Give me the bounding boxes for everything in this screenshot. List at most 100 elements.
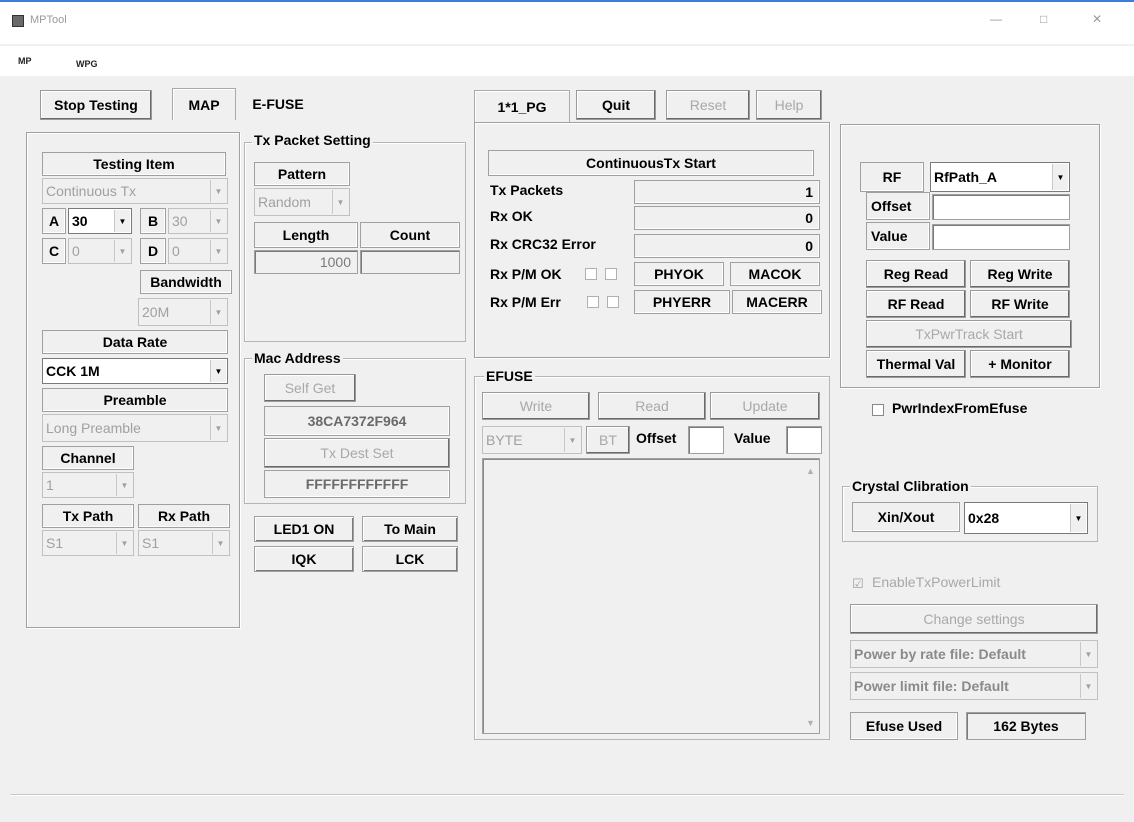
tx-path-select[interactable]: S1 ▼ — [42, 530, 134, 556]
tx-path-value: S1 — [46, 535, 64, 551]
b-label: B — [140, 208, 166, 234]
rx-ok-value: 0 — [634, 206, 820, 230]
pattern-select[interactable]: Random ▼ — [254, 188, 350, 216]
app-icon — [12, 15, 24, 27]
macerr-label: MACERR — [732, 290, 822, 314]
efuse-update-button[interactable]: Update — [710, 392, 820, 420]
a-select[interactable]: 30 ▼ — [68, 208, 132, 234]
rx-pm-err-checkbox-1[interactable] — [587, 296, 599, 308]
channel-select[interactable]: 1 ▼ — [42, 472, 134, 498]
led-button[interactable]: LED1 ON — [254, 516, 354, 542]
scroll-down-icon[interactable]: ▼ — [806, 718, 815, 728]
menu-item-wpg[interactable]: WPG — [76, 59, 98, 69]
efuse-value-input[interactable] — [786, 426, 822, 454]
data-rate-select[interactable]: CCK 1M ▼ — [42, 358, 228, 384]
power-by-rate-file-select[interactable]: Power by rate file: Default ▼ — [850, 640, 1098, 668]
tab-efuse[interactable]: E-FUSE — [240, 90, 316, 118]
efuse-byte-select[interactable]: BYTE ▼ — [482, 426, 582, 454]
pwr-index-from-efuse-checkbox[interactable] — [872, 404, 884, 416]
continuous-tx-start-button[interactable]: ContinuousTx Start — [488, 150, 814, 176]
pattern-value: Random — [258, 194, 311, 210]
tab-1x1-pg[interactable]: 1*1_PG — [474, 90, 570, 122]
chevron-down-icon: ▼ — [1070, 504, 1086, 532]
change-settings-button[interactable]: Change settings — [850, 604, 1098, 634]
efuse-offset-label: Offset — [636, 430, 677, 446]
efuse-textarea[interactable] — [482, 458, 820, 734]
rf-value-label: Value — [866, 222, 930, 250]
quit-button[interactable]: Quit — [576, 90, 656, 120]
close-icon[interactable]: ✕ — [1092, 12, 1102, 26]
tx-packets-value: 1 — [634, 180, 820, 204]
to-main-button[interactable]: To Main — [362, 516, 458, 542]
testing-mode-value: Continuous Tx — [46, 183, 137, 199]
pattern-label: Pattern — [254, 162, 350, 186]
reg-write-button[interactable]: Reg Write — [970, 260, 1070, 288]
power-limit-file-value: Power limit file: Default — [854, 678, 1009, 694]
scroll-up-icon[interactable]: ▲ — [806, 466, 815, 476]
length-label: Length — [254, 222, 358, 248]
efuse-used-value: 162 Bytes — [966, 712, 1086, 740]
stop-testing-button[interactable]: Stop Testing — [40, 90, 152, 120]
rx-pm-err-label: Rx P/M Err — [490, 294, 561, 310]
d-select[interactable]: 0 ▼ — [168, 238, 228, 264]
count-input[interactable] — [360, 250, 460, 274]
c-select[interactable]: 0 ▼ — [68, 238, 132, 264]
rf-path-select[interactable]: RfPath_A ▼ — [930, 162, 1070, 192]
channel-value: 1 — [46, 477, 54, 493]
crystal-value-select[interactable]: 0x28 ▼ — [964, 502, 1088, 534]
tab-map[interactable]: MAP — [172, 88, 236, 120]
testing-item-label: Testing Item — [42, 152, 226, 176]
enable-tx-power-limit-checkbox[interactable]: ☑ — [852, 576, 864, 592]
rx-path-value: S1 — [142, 535, 160, 551]
txpwr-track-start-button[interactable]: TxPwrTrack Start — [866, 320, 1072, 348]
chevron-down-icon: ▼ — [564, 428, 580, 452]
chevron-down-icon: ▼ — [210, 240, 226, 262]
b-select[interactable]: 30 ▼ — [168, 208, 228, 234]
tx-dest-set-button[interactable]: Tx Dest Set — [264, 438, 450, 468]
rf-read-button[interactable]: RF Read — [866, 290, 966, 318]
power-by-rate-file-value: Power by rate file: Default — [854, 646, 1026, 662]
status-divider — [10, 794, 1124, 796]
reg-read-button[interactable]: Reg Read — [866, 260, 966, 288]
efuse-bt-button[interactable]: BT — [586, 426, 630, 454]
rx-crc-value: 0 — [634, 234, 820, 258]
power-limit-file-select[interactable]: Power limit file: Default ▼ — [850, 672, 1098, 700]
rf-value-input[interactable] — [932, 224, 1070, 250]
help-button[interactable]: Help — [756, 90, 822, 120]
reset-button[interactable]: Reset — [666, 90, 750, 120]
rf-offset-input[interactable] — [932, 194, 1070, 220]
rx-path-label: Rx Path — [138, 504, 230, 528]
enable-tx-power-limit-label: EnableTxPowerLimit — [872, 574, 1001, 590]
self-mac-address: 38CA7372F964 — [264, 406, 450, 436]
self-get-button[interactable]: Self Get — [264, 374, 356, 402]
macok-label: MACOK — [730, 262, 820, 286]
crystal-value: 0x28 — [968, 510, 1000, 526]
iqk-button[interactable]: IQK — [254, 546, 354, 572]
efuse-write-button[interactable]: Write — [482, 392, 590, 420]
efuse-offset-input[interactable] — [688, 426, 724, 454]
lck-button[interactable]: LCK — [362, 546, 458, 572]
bandwidth-select[interactable]: 20M ▼ — [138, 298, 228, 326]
rx-pm-ok-checkbox-2[interactable] — [605, 268, 617, 280]
length-input[interactable]: 1000 — [254, 250, 358, 274]
chevron-down-icon: ▼ — [114, 210, 130, 232]
testing-mode-select[interactable]: Continuous Tx ▼ — [42, 178, 228, 204]
monitor-button[interactable]: + Monitor — [970, 350, 1070, 378]
chevron-down-icon: ▼ — [114, 240, 130, 262]
rx-path-select[interactable]: S1 ▼ — [138, 530, 230, 556]
thermal-val-button[interactable]: Thermal Val — [866, 350, 966, 378]
chevron-down-icon: ▼ — [210, 360, 226, 382]
c-label: C — [42, 238, 66, 264]
rx-pm-err-checkbox-2[interactable] — [607, 296, 619, 308]
minimize-icon[interactable]: — — [990, 12, 1002, 26]
maximize-icon[interactable]: □ — [1040, 12, 1047, 26]
menu-item-mp[interactable]: MP — [18, 56, 32, 66]
preamble-select[interactable]: Long Preamble ▼ — [42, 414, 228, 442]
rx-pm-ok-checkbox-1[interactable] — [585, 268, 597, 280]
data-rate-label: Data Rate — [42, 330, 228, 354]
efuse-title: EFUSE — [484, 368, 535, 384]
efuse-read-button[interactable]: Read — [598, 392, 706, 420]
d-label: D — [140, 238, 166, 264]
rf-write-button[interactable]: RF Write — [970, 290, 1070, 318]
chevron-down-icon: ▼ — [210, 300, 226, 324]
